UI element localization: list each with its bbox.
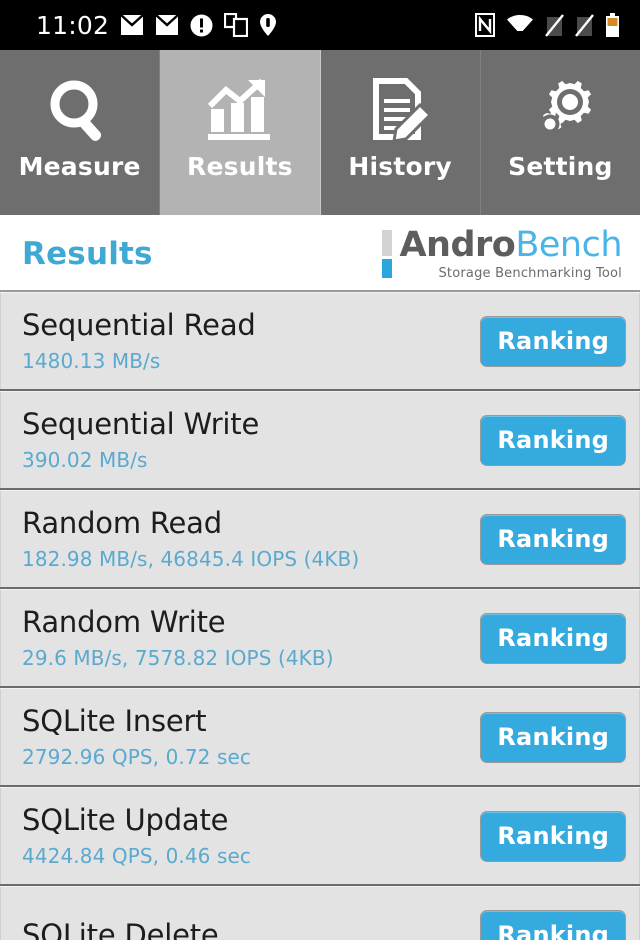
tab-label: Setting [508, 152, 613, 181]
tab-history[interactable]: History [320, 50, 481, 215]
gears-icon [524, 72, 596, 150]
result-title: Random Read [22, 506, 222, 541]
signal-off-icon [545, 13, 564, 37]
logo-bar-gray [382, 229, 393, 256]
ranking-button[interactable]: Ranking [480, 315, 626, 367]
result-value: 1480.13 MB/s [22, 348, 161, 373]
result-text: SQLite Update 4424.84 QPS, 0.46 sec [22, 803, 480, 868]
table-row[interactable]: Sequential Read 1480.13 MB/s Ranking [0, 292, 640, 391]
table-row[interactable]: Random Write 29.6 MB/s, 7578.82 IOPS (4K… [0, 589, 640, 688]
table-row[interactable]: Random Read 182.98 MB/s, 46845.4 IOPS (4… [0, 490, 640, 589]
androbench-app: 11:02 Measure Results History Setting Re… [0, 0, 640, 940]
logo-wordmark: AndroBench [399, 224, 622, 265]
result-text: Sequential Write 390.02 MB/s [22, 407, 480, 472]
tab-results[interactable]: Results [160, 50, 321, 215]
table-row[interactable]: SQLite Update 4424.84 QPS, 0.46 sec Rank… [0, 787, 640, 886]
logo-bench: Bench [515, 224, 622, 265]
ranking-button[interactable]: Ranking [480, 711, 626, 763]
result-title: SQLite Update [22, 803, 229, 838]
result-value: 390.02 MB/s [22, 447, 148, 472]
result-title: SQLite Insert [22, 704, 207, 739]
result-value: 182.98 MB/s, 46845.4 IOPS (4KB) [22, 546, 360, 571]
ranking-button[interactable]: Ranking [480, 909, 626, 940]
signal-off-icon [575, 13, 594, 37]
logo-bars [382, 229, 393, 278]
page-header: Results AndroBench Storage Benchmarking … [0, 215, 640, 292]
logo-bar-blue [382, 258, 393, 278]
result-text: SQLite Delete [22, 917, 480, 940]
status-bar: 11:02 [0, 0, 640, 50]
mail-icon [120, 14, 144, 35]
tab-measure[interactable]: Measure [0, 50, 161, 215]
ranking-button[interactable]: Ranking [480, 513, 626, 565]
result-title: SQLite Delete [22, 917, 219, 940]
bar-chart-icon [204, 72, 276, 150]
mail-icon [155, 14, 179, 35]
result-text: Random Write 29.6 MB/s, 7578.82 IOPS (4K… [22, 605, 480, 670]
result-text: Sequential Read 1480.13 MB/s [22, 308, 480, 373]
result-title: Random Write [22, 605, 226, 640]
logo-tagline: Storage Benchmarking Tool [438, 265, 622, 281]
status-bar-left: 11:02 [36, 11, 277, 40]
ranking-button[interactable]: Ranking [480, 810, 626, 862]
result-value: 29.6 MB/s, 7578.82 IOPS (4KB) [22, 645, 334, 670]
result-value: 4424.84 QPS, 0.46 sec [22, 843, 251, 868]
tab-label: Results [187, 152, 293, 181]
battery-icon [606, 12, 619, 37]
main-tab-bar: Measure Results History Setting [0, 50, 640, 215]
result-text: SQLite Insert 2792.96 QPS, 0.72 sec [22, 704, 480, 769]
alert-icon [190, 14, 213, 36]
key-icon [260, 14, 277, 36]
table-row[interactable]: Sequential Write 390.02 MB/s Ranking [0, 391, 640, 490]
result-value: 2792.96 QPS, 0.72 sec [22, 744, 251, 769]
tab-label: Measure [18, 152, 141, 181]
page-title: Results [22, 235, 153, 272]
result-title: Sequential Write [22, 407, 260, 442]
magnifier-icon [44, 72, 116, 150]
results-list: Sequential Read 1480.13 MB/s Ranking Seq… [0, 292, 640, 940]
result-title: Sequential Read [22, 308, 256, 343]
result-text: Random Read 182.98 MB/s, 46845.4 IOPS (4… [22, 506, 480, 571]
status-time: 11:02 [36, 10, 110, 40]
tab-setting[interactable]: Setting [480, 50, 640, 215]
wifi-icon [507, 15, 533, 35]
tab-label: History [348, 152, 452, 181]
table-row[interactable]: SQLite Delete Ranking [0, 886, 640, 940]
ranking-button[interactable]: Ranking [480, 414, 626, 466]
logo-text: AndroBench Storage Benchmarking Tool [399, 224, 622, 281]
androbench-logo: AndroBench Storage Benchmarking Tool [382, 224, 622, 281]
document-pencil-icon [364, 72, 436, 150]
ranking-button[interactable]: Ranking [480, 612, 626, 664]
nfc-icon [475, 13, 495, 37]
multi-window-icon [224, 13, 249, 37]
logo-andro: Andro [399, 224, 516, 265]
table-row[interactable]: SQLite Insert 2792.96 QPS, 0.72 sec Rank… [0, 688, 640, 787]
status-bar-right [475, 12, 620, 38]
